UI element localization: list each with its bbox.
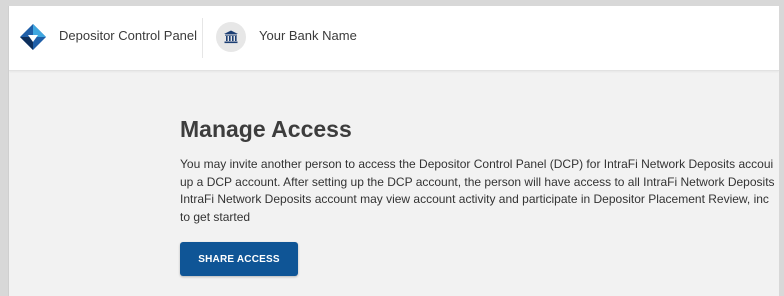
bank-building-icon bbox=[224, 30, 238, 44]
header-divider bbox=[202, 18, 203, 58]
bank-name: Your Bank Name bbox=[259, 28, 357, 43]
share-access-button[interactable]: SHARE ACCESS bbox=[180, 242, 298, 276]
top-navigation-bar: Depositor Control Panel Your Bank Name bbox=[9, 6, 779, 71]
manage-access-description: You may invite another person to access … bbox=[180, 156, 779, 226]
description-line: IntraFi Network Deposits account may vie… bbox=[180, 192, 769, 206]
description-line: You may invite another person to access … bbox=[180, 157, 774, 171]
description-line: up a DCP account. After setting up the D… bbox=[180, 174, 775, 189]
bank-avatar bbox=[216, 22, 246, 52]
page-title: Manage Access bbox=[180, 116, 352, 142]
app-title[interactable]: Depositor Control Panel bbox=[59, 28, 197, 43]
diamond-logo-icon[interactable] bbox=[19, 23, 47, 51]
description-line: to get started bbox=[180, 209, 251, 224]
app-window: Depositor Control Panel Your Bank Name M… bbox=[8, 6, 779, 296]
